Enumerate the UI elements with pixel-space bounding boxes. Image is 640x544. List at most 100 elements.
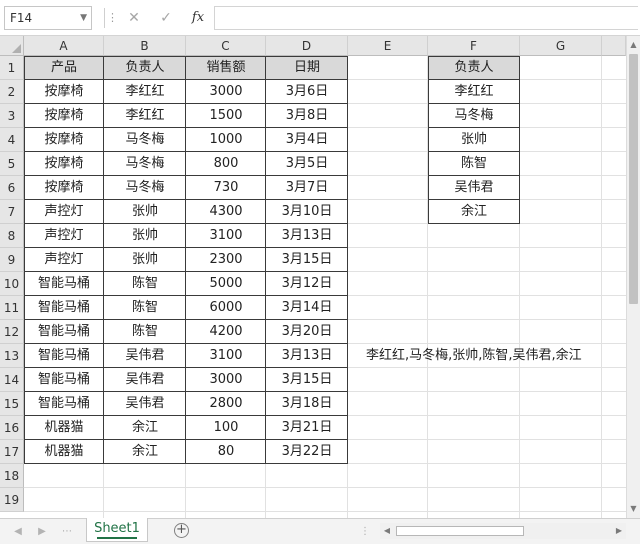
insert-function-icon[interactable]: fx bbox=[188, 6, 208, 30]
table-cell[interactable]: 李红红 bbox=[104, 104, 186, 128]
column-header-extra[interactable] bbox=[602, 36, 626, 56]
worksheet-grid[interactable]: A B C D E F G 1 2 3 4 5 6 7 8 9 10 11 12 13 14 15 16 17 18 19 产品 负责… bbox=[0, 36, 626, 518]
enter-icon[interactable]: ✓ bbox=[156, 6, 176, 30]
table-cell[interactable]: 智能马桶 bbox=[24, 344, 104, 368]
table-cell[interactable]: 智能马桶 bbox=[24, 272, 104, 296]
vertical-scroll-thumb[interactable] bbox=[629, 54, 638, 304]
table-cell[interactable]: 张帅 bbox=[104, 248, 186, 272]
table-cell[interactable]: 1500 bbox=[186, 104, 266, 128]
scroll-up-icon[interactable]: ▲ bbox=[627, 38, 640, 52]
column-header-g[interactable]: G bbox=[520, 36, 602, 56]
formula-input[interactable] bbox=[214, 6, 638, 30]
table-cell[interactable]: 马冬梅 bbox=[104, 152, 186, 176]
table-cell[interactable]: 按摩椅 bbox=[24, 128, 104, 152]
select-all-corner[interactable] bbox=[0, 36, 24, 56]
table-cell[interactable]: 3月20日 bbox=[266, 320, 348, 344]
table-cell[interactable]: 按摩椅 bbox=[24, 80, 104, 104]
chevron-down-icon[interactable]: ▼ bbox=[80, 7, 87, 29]
table-cell[interactable]: 3月12日 bbox=[266, 272, 348, 296]
table-cell[interactable]: 吴伟君 bbox=[104, 392, 186, 416]
table-cell[interactable]: 吴伟君 bbox=[104, 368, 186, 392]
owner-list-cell[interactable]: 张帅 bbox=[428, 128, 520, 152]
table-cell[interactable]: 3月13日 bbox=[266, 224, 348, 248]
scroll-down-icon[interactable]: ▼ bbox=[627, 502, 640, 516]
row-header-1[interactable]: 1 bbox=[0, 56, 24, 80]
table-cell[interactable]: 余江 bbox=[104, 416, 186, 440]
row-header-15[interactable]: 15 bbox=[0, 392, 24, 416]
table-cell[interactable]: 机器猫 bbox=[24, 440, 104, 464]
joined-names-result[interactable]: 李红红,马冬梅,张帅,陈智,吴伟君,余江 bbox=[366, 344, 582, 368]
table-cell[interactable]: 3月14日 bbox=[266, 296, 348, 320]
owner-list-cell[interactable]: 陈智 bbox=[428, 152, 520, 176]
table-cell[interactable]: 余江 bbox=[104, 440, 186, 464]
table-cell[interactable]: 100 bbox=[186, 416, 266, 440]
row-header-4[interactable]: 4 bbox=[0, 128, 24, 152]
sheet-nav-dots-icon[interactable]: ⋯ bbox=[62, 523, 72, 541]
row-header-2[interactable]: 2 bbox=[0, 80, 24, 104]
table-cell[interactable]: 按摩椅 bbox=[24, 152, 104, 176]
table-cell[interactable]: 智能马桶 bbox=[24, 392, 104, 416]
tab-split-handle-icon[interactable]: ⋮ bbox=[360, 523, 370, 541]
table-cell[interactable]: 3月7日 bbox=[266, 176, 348, 200]
table-cell[interactable]: 智能马桶 bbox=[24, 320, 104, 344]
column-header-b[interactable]: B bbox=[104, 36, 186, 56]
next-sheet-icon[interactable]: ▶ bbox=[34, 523, 50, 541]
table-cell[interactable]: 按摩椅 bbox=[24, 176, 104, 200]
table-cell[interactable]: 马冬梅 bbox=[104, 176, 186, 200]
owner-list-cell[interactable]: 李红红 bbox=[428, 80, 520, 104]
table-cell[interactable]: 声控灯 bbox=[24, 224, 104, 248]
row-header-19[interactable]: 19 bbox=[0, 488, 24, 512]
table-cell[interactable]: 3月21日 bbox=[266, 416, 348, 440]
table-cell[interactable]: 声控灯 bbox=[24, 248, 104, 272]
table-cell[interactable]: 3100 bbox=[186, 224, 266, 248]
row-header-18[interactable]: 18 bbox=[0, 464, 24, 488]
table-cell[interactable]: 3100 bbox=[186, 344, 266, 368]
row-header-8[interactable]: 8 bbox=[0, 224, 24, 248]
column-header-f[interactable]: F bbox=[428, 36, 520, 56]
table-cell[interactable]: 智能马桶 bbox=[24, 368, 104, 392]
table-cell[interactable]: 3月18日 bbox=[266, 392, 348, 416]
row-header-3[interactable]: 3 bbox=[0, 104, 24, 128]
table-cell[interactable]: 3000 bbox=[186, 80, 266, 104]
more-options-icon[interactable]: ⋮ bbox=[107, 6, 118, 30]
table-cell[interactable]: 3月15日 bbox=[266, 248, 348, 272]
row-header-9[interactable]: 9 bbox=[0, 248, 24, 272]
row-header-13[interactable]: 13 bbox=[0, 344, 24, 368]
table-cell[interactable]: 4200 bbox=[186, 320, 266, 344]
table-cell[interactable]: 730 bbox=[186, 176, 266, 200]
table-cell[interactable]: 3月8日 bbox=[266, 104, 348, 128]
table-cell[interactable]: 3月6日 bbox=[266, 80, 348, 104]
name-box[interactable]: F14 ▼ bbox=[4, 6, 92, 30]
column-header-c[interactable]: C bbox=[186, 36, 266, 56]
column-header-d[interactable]: D bbox=[266, 36, 348, 56]
table-cell[interactable]: 马冬梅 bbox=[104, 128, 186, 152]
table-cell[interactable]: 声控灯 bbox=[24, 200, 104, 224]
row-header-11[interactable]: 11 bbox=[0, 296, 24, 320]
row-header-14[interactable]: 14 bbox=[0, 368, 24, 392]
row-header-12[interactable]: 12 bbox=[0, 320, 24, 344]
table-cell[interactable]: 1000 bbox=[186, 128, 266, 152]
table-cell[interactable]: 3000 bbox=[186, 368, 266, 392]
table-cell[interactable]: 3月10日 bbox=[266, 200, 348, 224]
owner-list-cell[interactable]: 余江 bbox=[428, 200, 520, 224]
table-cell[interactable]: 2300 bbox=[186, 248, 266, 272]
horizontal-scrollbar[interactable]: ◀ ▶ bbox=[380, 523, 626, 539]
table-cell[interactable]: 80 bbox=[186, 440, 266, 464]
table-cell[interactable]: 智能马桶 bbox=[24, 296, 104, 320]
row-header-6[interactable]: 6 bbox=[0, 176, 24, 200]
column-header-e[interactable]: E bbox=[348, 36, 428, 56]
owner-list-cell[interactable]: 吴伟君 bbox=[428, 176, 520, 200]
table-cell[interactable]: 陈智 bbox=[104, 320, 186, 344]
table-cell[interactable]: 陈智 bbox=[104, 272, 186, 296]
row-header-16[interactable]: 16 bbox=[0, 416, 24, 440]
vertical-scrollbar[interactable]: ▲ ▼ bbox=[626, 36, 640, 518]
sheet-tab-sheet1[interactable]: Sheet1 bbox=[86, 518, 148, 542]
table-cell[interactable]: 3月22日 bbox=[266, 440, 348, 464]
table-cell[interactable]: 5000 bbox=[186, 272, 266, 296]
table-cell[interactable]: 吴伟君 bbox=[104, 344, 186, 368]
cancel-icon[interactable]: ✕ bbox=[124, 6, 144, 30]
add-sheet-icon[interactable]: + bbox=[174, 523, 189, 538]
table-cell[interactable]: 按摩椅 bbox=[24, 104, 104, 128]
table-cell[interactable]: 3月15日 bbox=[266, 368, 348, 392]
horizontal-scroll-thumb[interactable] bbox=[396, 526, 524, 536]
